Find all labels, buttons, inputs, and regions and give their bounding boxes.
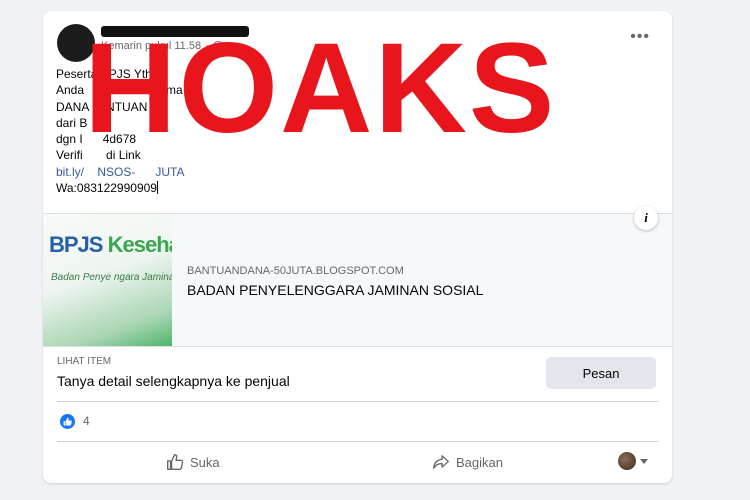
like-button[interactable]: Suka	[166, 451, 220, 473]
link-domain: BANTUANDANA-50JUTA.BLOGSPOT.COM	[187, 265, 404, 277]
post-line: dari B n	[56, 115, 158, 130]
more-options-icon[interactable]: •••	[630, 28, 650, 46]
post-whatsapp: Wa:083122990909	[56, 181, 157, 196]
post-line: Anda mi me ima	[56, 83, 183, 98]
thumbnail-brand-a: BPJS	[49, 232, 108, 257]
post-line: Peserta BPJS Yth.	[56, 67, 156, 81]
post-body: Peserta BPJS Yth. Anda mi me ima DANA AN…	[56, 66, 184, 196]
thumbnail-subtitle: Badan Penye ngara Jaminan	[51, 272, 172, 283]
post-card: Kemarin pukul 11.58 · ••• Peserta BPJS Y…	[43, 11, 672, 483]
post-timestamp[interactable]: Kemarin pukul 11.58	[101, 40, 201, 52]
post-line: dgn I 4d678	[56, 132, 137, 147]
link-preview-thumbnail[interactable]: BPJS Kesehat Badan Penye ngara Jaminan	[43, 214, 172, 346]
message-seller-button[interactable]: Pesan	[546, 357, 656, 389]
post-meta: Kemarin pukul 11.58 ·	[101, 40, 223, 52]
thumbnail-brand: BPJS Kesehat	[49, 232, 172, 258]
react-as-selector[interactable]	[618, 452, 648, 470]
text-cursor	[156, 181, 158, 195]
post-link[interactable]: bit.ly/ NSOS- JUTA	[56, 165, 184, 179]
link-preview[interactable]: BPJS Kesehat Badan Penye ngara Jaminan i…	[43, 206, 672, 347]
reaction-count[interactable]: 4	[83, 414, 90, 428]
chevron-down-icon	[640, 458, 648, 464]
thumbnail-brand-b: Kesehat	[107, 232, 172, 257]
share-button[interactable]: Bagikan	[432, 451, 503, 473]
share-arrow-icon	[433, 455, 449, 469]
view-item-label: LIHAT ITEM	[57, 356, 112, 367]
like-reaction-icon[interactable]	[60, 414, 75, 429]
profile-avatar	[618, 452, 636, 470]
info-icon[interactable]: i	[634, 206, 658, 230]
like-label: Suka	[190, 454, 220, 470]
link-title[interactable]: BADAN PENYELENGGARA JAMINAN SOSIAL	[187, 282, 483, 298]
share-label: Bagikan	[456, 454, 503, 470]
thumbs-up-icon	[167, 454, 184, 470]
divider	[57, 401, 658, 402]
author-name-redacted[interactable]	[101, 26, 249, 37]
divider	[57, 441, 658, 442]
globe-icon	[212, 41, 223, 51]
post-line: DANA ANTUAN	[56, 99, 148, 114]
item-description: Tanya detail selengkapnya ke penjual	[57, 373, 290, 389]
post-line: Verifi di Link	[56, 148, 141, 163]
author-avatar[interactable]	[57, 24, 95, 62]
